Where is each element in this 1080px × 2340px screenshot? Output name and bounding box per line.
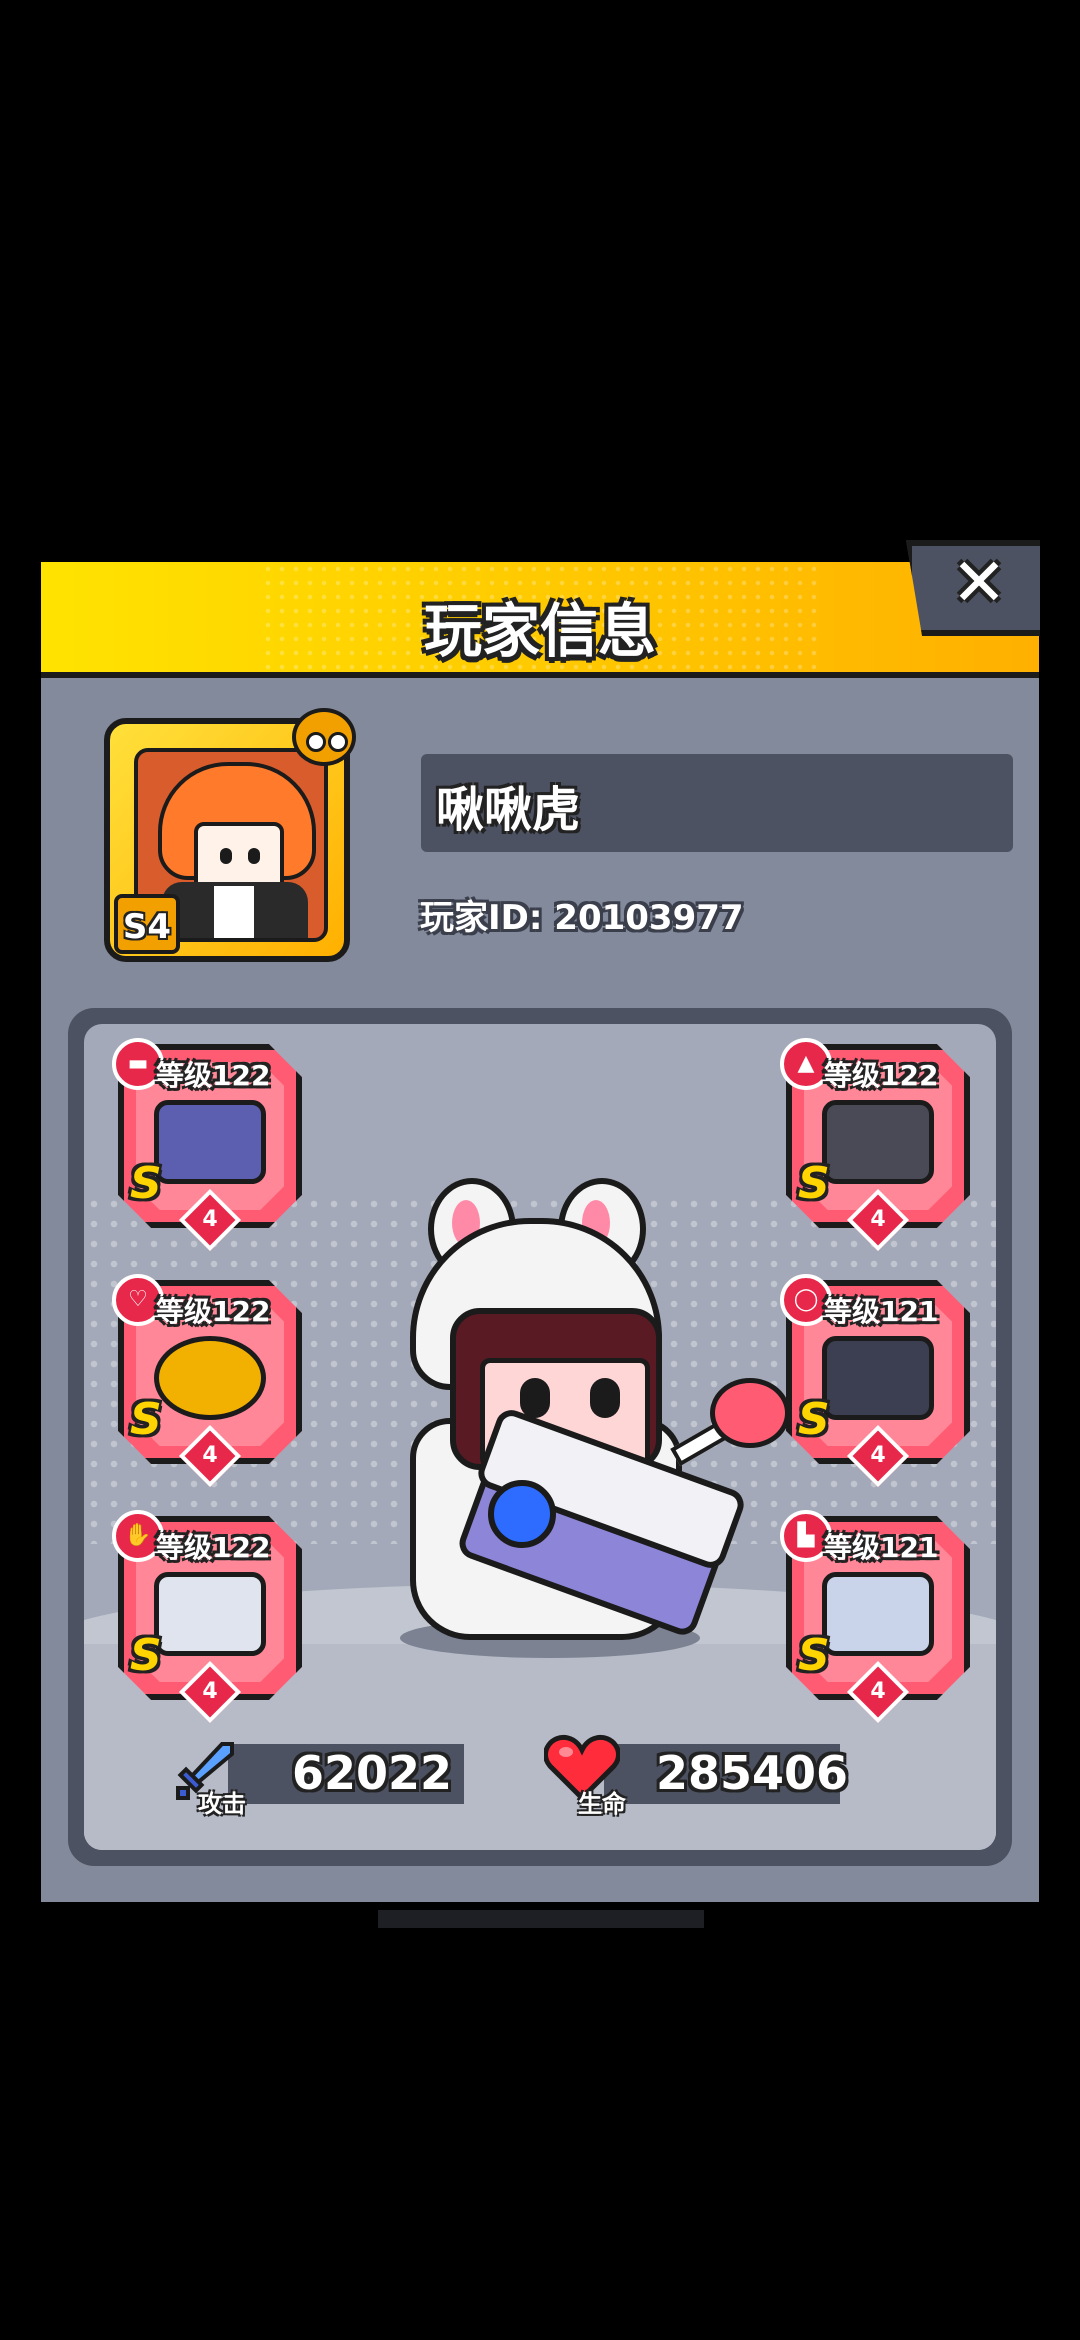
avatar-shirt bbox=[214, 886, 254, 938]
weapon-item-icon bbox=[154, 1100, 266, 1184]
pet-eye bbox=[306, 732, 326, 752]
slot-level: 等级122 bbox=[156, 1295, 271, 1328]
slot-star-count: 4 bbox=[870, 1443, 886, 1468]
hero-character bbox=[340, 1178, 810, 1668]
slot-star-count: 4 bbox=[870, 1679, 886, 1704]
slot-level: 等级121 bbox=[824, 1295, 939, 1328]
slot-rank: S bbox=[130, 1630, 162, 1681]
hero-gun-lens bbox=[488, 1480, 556, 1548]
slot-star-count: 4 bbox=[202, 1679, 218, 1704]
player-avatar[interactable]: S4 bbox=[104, 708, 356, 962]
season-badge: S4 bbox=[114, 894, 180, 954]
hp-label: 生命 bbox=[578, 1790, 626, 1818]
panel-header: 玩家信息 bbox=[41, 562, 1039, 678]
gloves-item-icon bbox=[154, 1572, 266, 1656]
home-indicator bbox=[378, 1910, 704, 1928]
slot-rank: S bbox=[798, 1630, 830, 1681]
close-icon[interactable]: ✕ bbox=[944, 548, 1014, 618]
slot-level: 等级122 bbox=[156, 1531, 271, 1564]
equipment-slot-necklace[interactable]: ♡ 等级122 S 4 bbox=[112, 1274, 302, 1488]
slot-rank: S bbox=[130, 1158, 162, 1209]
player-id: 玩家ID: 20103977 bbox=[420, 898, 744, 938]
equipment-slot-armor[interactable]: ▲ 等级122 S 4 bbox=[780, 1038, 970, 1252]
slot-star-count: 4 bbox=[202, 1207, 218, 1232]
slot-rank: S bbox=[798, 1158, 830, 1209]
player-name: 啾啾虎 bbox=[436, 782, 581, 838]
pet-badge-icon bbox=[292, 708, 356, 766]
hero-eye bbox=[590, 1378, 620, 1418]
slot-level: 等级122 bbox=[824, 1059, 939, 1092]
avatar-eye bbox=[220, 848, 232, 864]
attack-value: 62022 bbox=[292, 1746, 453, 1800]
slot-level: 等级121 bbox=[824, 1531, 939, 1564]
hp-value: 285406 bbox=[656, 1746, 849, 1800]
necklace-item-icon bbox=[154, 1336, 266, 1420]
armor-item-icon bbox=[822, 1100, 934, 1184]
pet-eye bbox=[328, 732, 348, 752]
belt-item-icon bbox=[822, 1336, 934, 1420]
equipment-slot-belt[interactable]: ◯ 等级121 S 4 bbox=[780, 1274, 970, 1488]
equipment-slot-boots[interactable]: ▙ 等级121 S 4 bbox=[780, 1510, 970, 1724]
panel-title: 玩家信息 bbox=[423, 597, 656, 665]
slot-star-count: 4 bbox=[870, 1207, 886, 1232]
slot-level: 等级122 bbox=[156, 1059, 271, 1092]
avatar-eye bbox=[248, 848, 260, 864]
equipment-slot-weapon[interactable]: ▬ 等级122 S 4 bbox=[112, 1038, 302, 1252]
slot-star-count: 4 bbox=[202, 1443, 218, 1468]
heart-wand bbox=[710, 1378, 790, 1448]
slot-rank: S bbox=[130, 1394, 162, 1445]
attack-label: 攻击 bbox=[198, 1790, 246, 1818]
boots-item-icon bbox=[822, 1572, 934, 1656]
hero-eye bbox=[520, 1378, 550, 1418]
slot-rank: S bbox=[798, 1394, 830, 1445]
equipment-slot-gloves[interactable]: ✋ 等级122 S 4 bbox=[112, 1510, 302, 1724]
